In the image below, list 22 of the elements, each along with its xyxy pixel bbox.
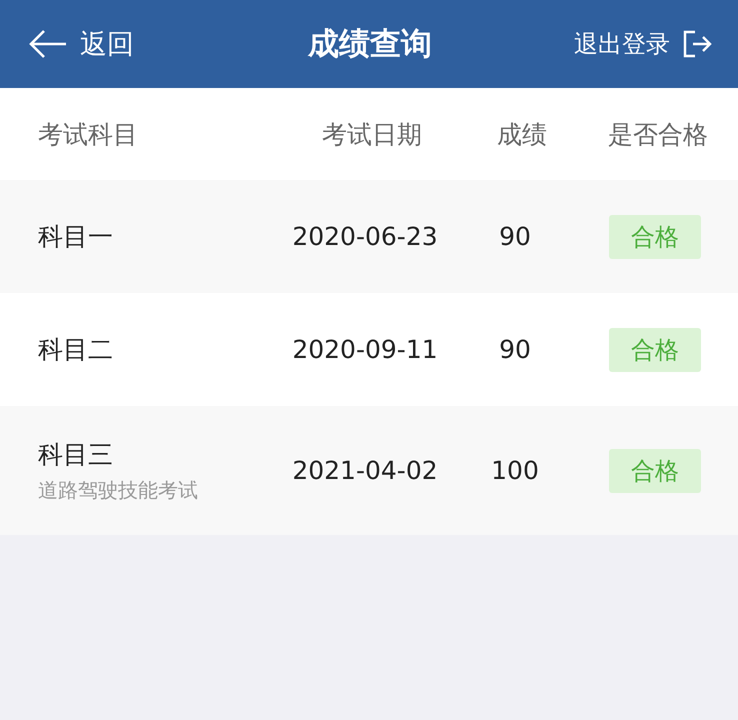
logout-button[interactable]: 退出登录 (574, 28, 670, 60)
result-badge: 合格 (609, 214, 701, 258)
subject-cell-text: 科目三 (38, 438, 114, 470)
result-badge: 合格 (609, 328, 701, 372)
date-cell: 2020-09-11 (292, 335, 438, 364)
score-cell: 100 (491, 456, 539, 485)
back-button[interactable]: 返回 (80, 26, 134, 62)
score-cell: 90 (499, 222, 531, 251)
result-badge: 合格 (609, 448, 701, 492)
column-header: 是否合格 (608, 118, 708, 150)
page-title: 成绩查询 (308, 25, 432, 64)
score-cell: 90 (499, 335, 531, 364)
back-arrow-icon[interactable] (28, 29, 68, 59)
subject-cell-text: 科目一 (38, 221, 113, 253)
date-cell: 2020-06-23 (292, 222, 438, 251)
column-header: 考试科目 (38, 118, 138, 150)
column-header: 考试日期 (322, 118, 422, 150)
date-cell: 2021-04-02 (292, 456, 438, 485)
column-header: 成绩 (497, 118, 547, 150)
subject-cell-text: 科目二 (38, 334, 113, 366)
subject-subtitle: 道路驾驶技能考试 (38, 476, 199, 504)
logout-icon[interactable] (682, 29, 712, 59)
